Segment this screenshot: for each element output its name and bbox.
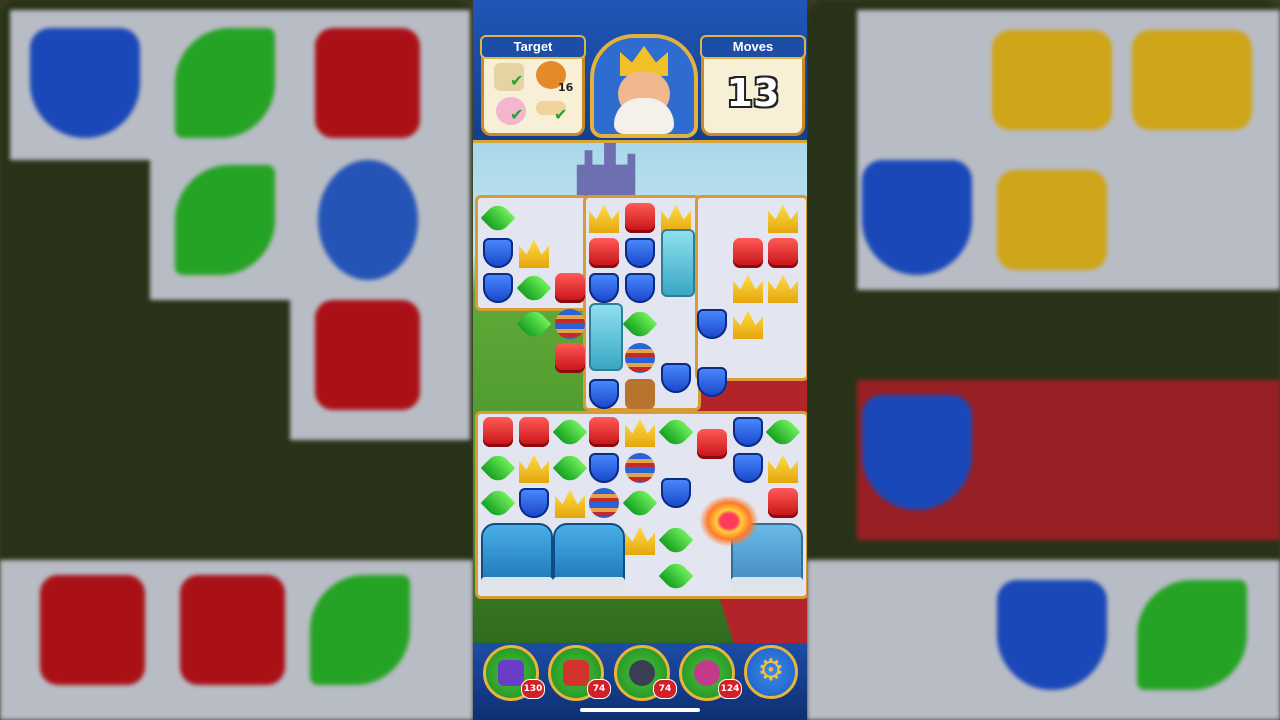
hammer-icon — [498, 660, 524, 686]
blue-shield-gem[interactable] — [697, 309, 727, 339]
treasure-chest-gem[interactable] — [625, 379, 655, 409]
blurred-backdrop-left — [0, 0, 473, 720]
striped-drum-gem[interactable] — [625, 343, 655, 373]
king-portrait — [590, 34, 698, 138]
blue-shield-gem[interactable] — [625, 273, 655, 303]
blue-shield-gem[interactable] — [483, 273, 513, 303]
red-box-gem[interactable] — [555, 343, 585, 373]
red-box-gem[interactable] — [733, 238, 763, 268]
target-label: Target — [480, 35, 586, 59]
teddy-bear-count: 16 — [558, 81, 574, 94]
explosion-effect — [699, 495, 759, 547]
moves-counter: 13 — [726, 71, 780, 115]
hammer-booster-count: 130 — [521, 679, 545, 699]
blue-shield-gem[interactable] — [589, 273, 619, 303]
red-box-gem[interactable] — [697, 429, 727, 459]
ice-bear-blocker[interactable] — [661, 229, 695, 297]
moves-label: Moves — [700, 35, 806, 59]
jester-icon — [694, 660, 720, 686]
couch-blocker[interactable] — [481, 523, 553, 593]
ice-bear-blocker[interactable] — [589, 303, 623, 371]
jester-drum-gem[interactable] — [589, 488, 619, 518]
check-icon: ✔ — [510, 71, 524, 90]
blurred-backdrop-right — [807, 0, 1280, 720]
target-panel: Target ✔ 16 ✔ ✔ — [480, 35, 586, 136]
blue-shield-gem[interactable] — [625, 238, 655, 268]
couch-base — [481, 577, 553, 593]
arrow-icon — [563, 660, 589, 686]
red-box-gem[interactable] — [589, 238, 619, 268]
home-indicator[interactable] — [580, 708, 700, 712]
settings-gear-icon[interactable]: ⚙ — [744, 645, 798, 699]
arrow-booster-count: 74 — [587, 679, 611, 699]
top-hud: Target ✔ 16 ✔ ✔ Moves 13 — [473, 0, 807, 143]
blue-shield-gem[interactable] — [733, 417, 763, 447]
check-icon: ✔ — [510, 105, 524, 124]
red-box-gem[interactable] — [555, 273, 585, 303]
blue-shield-gem[interactable] — [661, 478, 691, 508]
game-screen: Target ✔ 16 ✔ ✔ Moves 13 130 74 74 124 ⚙ — [473, 0, 807, 720]
red-box-gem[interactable] — [768, 238, 798, 268]
red-box-gem[interactable] — [519, 417, 549, 447]
blue-shield-gem[interactable] — [589, 453, 619, 483]
green-leaf-gem[interactable] — [516, 306, 552, 342]
jester-drum-gem[interactable] — [625, 453, 655, 483]
red-box-gem[interactable] — [483, 417, 513, 447]
red-box-gem[interactable] — [768, 488, 798, 518]
blue-shield-gem[interactable] — [483, 238, 513, 268]
board-scene — [473, 143, 807, 720]
couch-blocker[interactable] — [553, 523, 625, 593]
moves-panel: Moves 13 — [700, 35, 806, 136]
couch-base — [731, 577, 803, 593]
jester-booster-count: 124 — [718, 679, 742, 699]
check-icon: ✔ — [554, 105, 568, 124]
couch-base — [553, 577, 625, 593]
cannon-booster-count: 74 — [653, 679, 677, 699]
red-box-gem[interactable] — [625, 203, 655, 233]
blue-shield-gem[interactable] — [661, 363, 691, 393]
cannon-icon — [629, 660, 655, 686]
blue-shield-gem[interactable] — [519, 488, 549, 518]
striped-drum-gem[interactable] — [555, 309, 585, 339]
blue-shield-gem[interactable] — [589, 379, 619, 409]
red-box-gem[interactable] — [589, 417, 619, 447]
blue-shield-gem[interactable] — [733, 453, 763, 483]
blue-shield-gem[interactable] — [697, 367, 727, 397]
